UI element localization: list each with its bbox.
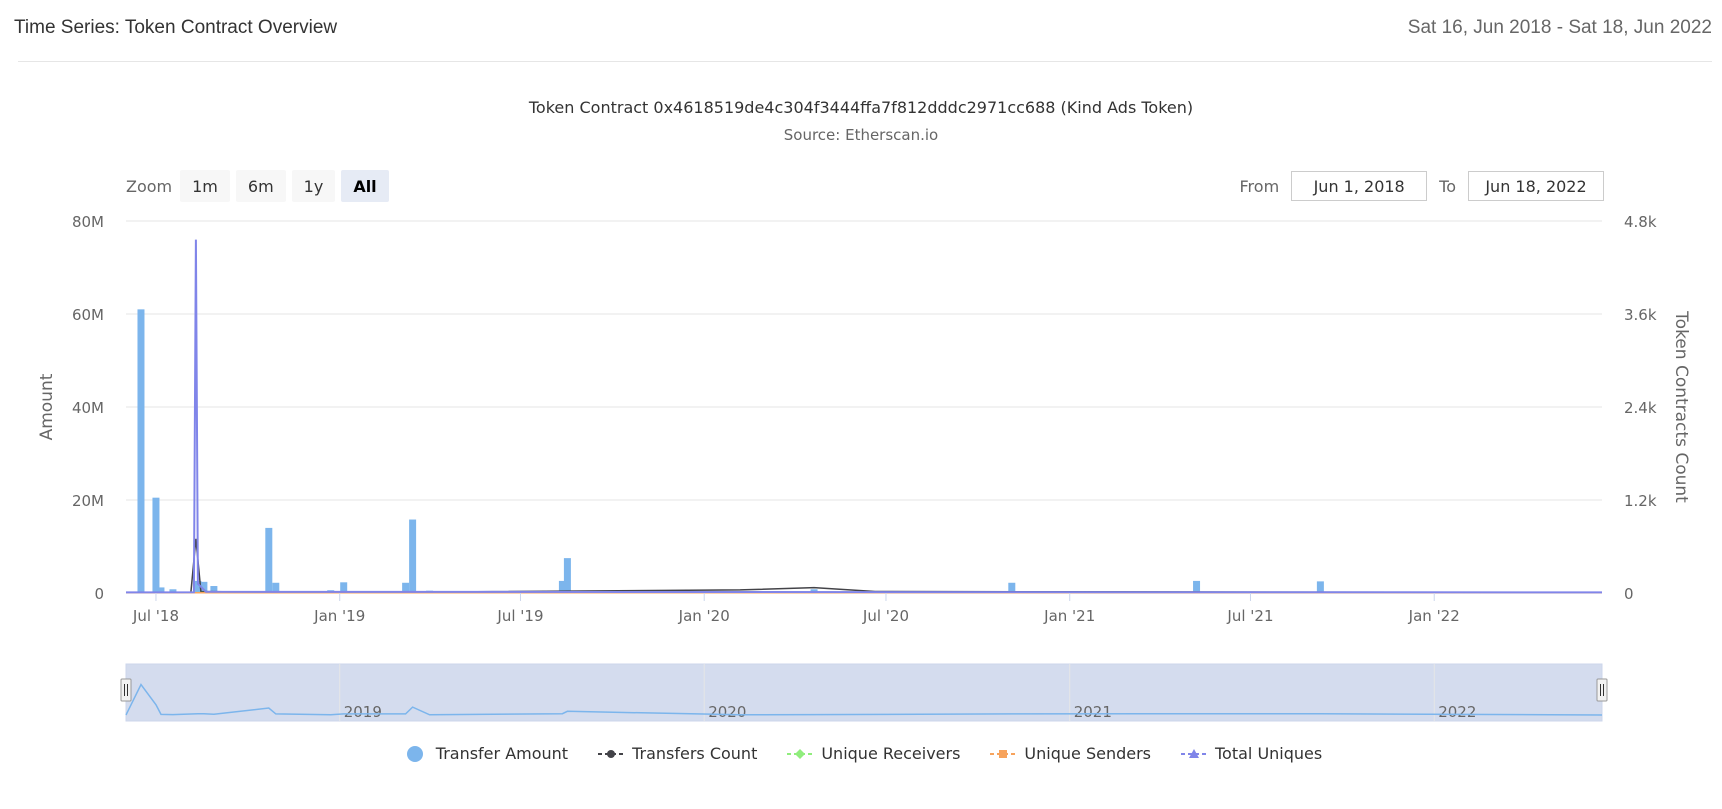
axes: 0 0 20M 1.2k 40M 2.4k 60M 3.6k 80M 4.8k Amount Toke… [37, 213, 1691, 625]
transfer-amount-bar [409, 519, 417, 593]
x-tick-label: Jul '20 [862, 607, 909, 625]
legend-item-transfers-count[interactable]: Transfers Count [596, 744, 757, 763]
x-tick-label: Jul '18 [132, 607, 179, 625]
total-uniques-line [125, 239, 1603, 594]
y-right-tick-label: 3.6k [1624, 306, 1657, 324]
legend-label: Unique Senders [1024, 744, 1151, 763]
x-tick-label: Jul '21 [1226, 607, 1273, 625]
x-tick-label: Jan '19 [313, 607, 365, 625]
navigator-year-label: 2021 [1074, 703, 1112, 721]
handle-grip [120, 678, 132, 702]
y-left-tick-label: 60M [72, 306, 104, 324]
y-right-tick-label: 4.8k [1624, 213, 1657, 231]
transfers-count-line [125, 538, 1603, 594]
legend-line-square-icon [988, 746, 1018, 762]
x-tick-label: Jan '20 [678, 607, 730, 625]
legend-circle-icon [400, 745, 430, 762]
x-tick-label: Jan '22 [1408, 607, 1460, 625]
transfer-amount-bar [152, 497, 160, 593]
y-left-tick-label: 80M [72, 213, 104, 231]
transfer-amount-bar [1316, 581, 1324, 593]
x-tick-label: Jul '19 [496, 607, 543, 625]
transfer-amount-bar [265, 527, 273, 593]
legend-label: Total Uniques [1215, 744, 1323, 763]
navigator-year-label: 2022 [1438, 703, 1476, 721]
navigator-left-handle[interactable] [120, 678, 132, 702]
series-lines [125, 239, 1603, 594]
transfer-amount-bar [563, 558, 571, 593]
legend-item-total-uniques[interactable]: Total Uniques [1179, 744, 1322, 763]
transfer-amount-bars [137, 309, 1324, 593]
legend-line-triangle-icon [1179, 746, 1209, 762]
chart-canvas: 0 0 20M 1.2k 40M 2.4k 60M 3.6k 80M 4.8k Amount Toke… [37, 213, 1691, 722]
x-tick-label: Jan '21 [1043, 607, 1095, 625]
y-right-tick-label: 2.4k [1624, 399, 1657, 417]
navigator[interactable]: 2019 2020 2021 2022 [120, 663, 1608, 722]
y-left-tick-label: 20M [72, 492, 104, 510]
legend-line-diamond-icon [785, 746, 815, 762]
y-right-tick-label: 0 [1624, 585, 1634, 603]
navigator-year-label: 2019 [344, 703, 382, 721]
y-right-tick-label: 1.2k [1624, 492, 1657, 510]
y-right-axis-title: Token Contracts Count [1671, 310, 1691, 503]
handle-grip [1596, 678, 1608, 702]
legend-item-unique-receivers[interactable]: Unique Receivers [785, 744, 960, 763]
grid [126, 220, 1602, 594]
legend: Transfer Amount Transfers Count Unique R… [0, 744, 1722, 763]
legend-label: Unique Receivers [821, 744, 961, 763]
legend-label: Transfer Amount [435, 744, 569, 763]
transfer-amount-bar [137, 309, 145, 593]
legend-line-circle-icon [596, 746, 626, 762]
legend-label: Transfers Count [632, 744, 758, 763]
transfer-amount-bar [1193, 580, 1201, 593]
navigator-year-label: 2020 [708, 703, 746, 721]
y-left-tick-label: 40M [72, 399, 104, 417]
y-left-tick-label: 0 [94, 585, 104, 603]
legend-item-transfer-amount[interactable]: Transfer Amount [400, 744, 568, 763]
navigator-right-handle[interactable] [1596, 678, 1608, 702]
legend-item-unique-senders[interactable]: Unique Senders [988, 744, 1151, 763]
y-left-axis-title: Amount [37, 373, 57, 440]
